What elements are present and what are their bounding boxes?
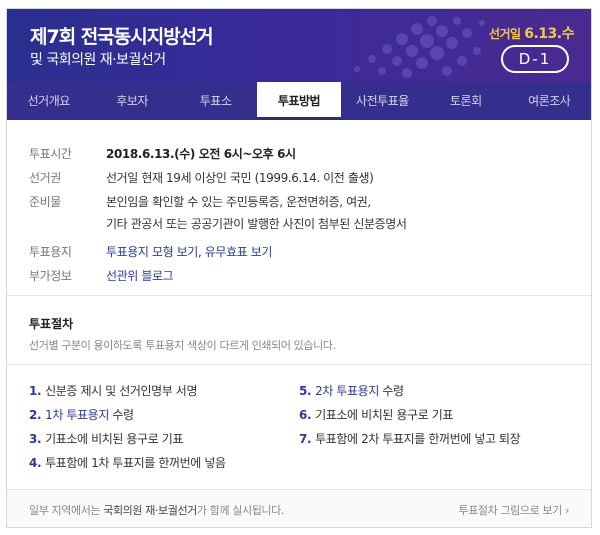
banner-subtitle: 및 국회의원 재·보궐선거 [30,52,166,68]
ballot-sample-link[interactable]: 투표용지 모형 보기 [106,245,198,259]
info-label: 부가정보 [29,269,72,283]
ballot-separator: , [197,245,205,259]
tab-candidates[interactable]: 후보자 [90,82,173,120]
chevron-right-icon: › [565,504,569,517]
footer-bar: 일부 지역에서는 국회의원 재·보궐선거가 함께 실시됩니다. 투표절차 그림으… [7,489,591,527]
info-label: 투표용지 [29,245,72,259]
election-banner[interactable]: 제7회 전국동시지방선거 및 국회의원 재·보궐선거 선거일 6.13.수 D-… [7,9,591,82]
procedure-step: 6. 기표소에 비치된 용구로 기표 [299,408,454,422]
election-day-date: 6.13.수 [524,26,574,42]
info-value: 본인임을 확인할 수 있는 주민등록증, 운전면허증, 여권, [106,195,371,209]
procedure-step: 7. 투표함에 2차 투표지를 한꺼번에 넣고 퇴장 [299,432,521,446]
procedure-step: 1. 신분증 제시 및 선거인명부 서명 [29,384,198,398]
tab-polls[interactable]: 여론조사 [508,82,591,120]
info-label: 투표시간 [29,147,72,161]
procedure-title: 투표절차 [29,317,74,331]
info-label: 선거권 [29,171,61,185]
info-value: 기타 관공서 또는 공공기관이 발행한 사진이 첨부된 신분증명서 [106,217,407,231]
procedure-step: 5. 2차 투표용지 수령 [299,384,404,398]
tab-polling-places[interactable]: 투표소 [174,82,257,120]
tab-voting-method[interactable]: 투표방법 [257,82,341,120]
tab-early-turnout[interactable]: 사전투표율 [341,82,424,120]
valid-invalid-link[interactable]: 유무효표 보기 [205,245,273,259]
decorative-pattern [354,16,485,78]
tab-overview[interactable]: 선거개요 [7,82,90,120]
procedure-step: 4. 투표함에 1차 투표지를 한꺼번에 넣음 [29,456,226,470]
procedure-step: 3. 기표소에 비치된 용구로 기표 [29,432,184,446]
election-day: 선거일 6.13.수 [488,23,575,43]
info-value: 투표용지 모형 보기, 유무효표 보기 [106,243,272,260]
procedure-step: 2. 1차 투표용지 수령 [29,408,134,422]
section-divider [7,364,591,365]
election-day-label: 선거일 [488,27,521,41]
info-value: 2018.6.13.(수) 오전 6시~오후 6시 [106,147,296,161]
footer-note: 일부 지역에서는 국회의원 재·보궐선거가 함께 실시됩니다. [29,504,284,517]
procedure-illustration-link[interactable]: 투표절차 그림으로 보기 › [458,502,569,518]
election-card: 제7회 전국동시지방선거 및 국회의원 재·보궐선거 선거일 6.13.수 D-… [6,8,592,528]
procedure-description: 선거별 구분이 용이하도록 투표용지 색상이 다르게 인쇄되어 있습니다. [29,339,336,352]
dday-badge: D-1 [501,45,569,73]
info-label: 준비물 [29,195,61,209]
banner-title: 제7회 전국동시지방선거 [30,26,214,48]
section-divider [7,295,591,296]
nec-blog-link[interactable]: 선관위 블로그 [106,267,174,284]
tab-bar: 선거개요 후보자 투표소 투표방법 사전투표율 토론회 여론조사 [7,82,591,120]
tab-debates[interactable]: 토론회 [424,82,507,120]
info-value: 선거일 현재 19세 이상인 국민 (1999.6.14. 이전 출생) [106,171,374,185]
